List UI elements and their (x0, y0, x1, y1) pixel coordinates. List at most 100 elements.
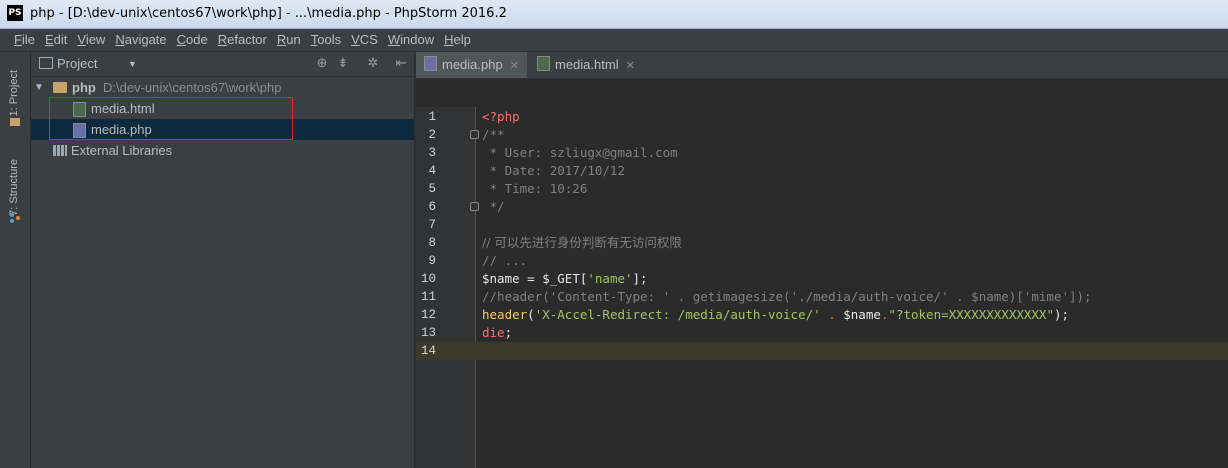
menu-view[interactable]: View (73, 29, 109, 51)
hide-panel-icon[interactable]: ⇤ (393, 55, 409, 71)
menu-navigate[interactable]: Navigate (111, 29, 170, 51)
window-titlebar: PS php - [D:\dev-unix\centos67\work\php]… (0, 0, 1228, 29)
code-line-current: 14 (416, 342, 1228, 360)
editor-tab-bar: media.php ✕ media.html ✕ (416, 52, 1228, 79)
code-text: // ... (482, 253, 528, 268)
library-icon (53, 145, 67, 156)
code-text: //header('Content-Type: ' . getimagesize… (482, 289, 1092, 304)
editor-area: media.php ✕ media.html ✕ 1 <?php 2 /** 3 * U… (415, 52, 1228, 468)
code-line: 6 */ (416, 198, 1228, 216)
operator: ; (504, 325, 513, 340)
code-text: * Date: 2017/10/12 (482, 163, 625, 178)
tab-structure-tool-window[interactable]: 7: Structure (8, 159, 20, 216)
collapse-all-icon[interactable]: ⇟ (335, 55, 351, 71)
menu-tools[interactable]: Tools (307, 29, 345, 51)
menu-help[interactable]: Help (440, 29, 475, 51)
operator: ( (527, 307, 535, 322)
menu-edit[interactable]: Edit (41, 29, 71, 51)
project-view-label: Project (57, 56, 98, 71)
menu-file[interactable]: File (10, 29, 39, 51)
tree-item-root[interactable]: ▼ php D:\dev-unix\centos67\work\php (31, 77, 414, 98)
tab-media-php[interactable]: media.php ✕ (416, 52, 527, 78)
operator: ]; (632, 271, 648, 286)
menu-vcs[interactable]: VCS (347, 29, 382, 51)
function-name: header (482, 307, 528, 322)
code-line: 12 header('X-Accel-Redirect: /media/auth-… (416, 306, 1228, 324)
chevron-down-icon[interactable]: ▼ (128, 56, 137, 72)
tab-media-html[interactable]: media.html ✕ (529, 52, 644, 78)
code-text: die; (482, 324, 512, 342)
folder-icon (53, 82, 67, 93)
tool-window-strip: 1: Project 7: Structure (0, 52, 31, 468)
line-number: 7 (428, 218, 436, 232)
string: 'name' (587, 271, 633, 286)
line-number: 10 (420, 272, 436, 286)
line-number: 11 (420, 290, 436, 304)
external-libraries-label: External Libraries (71, 143, 173, 158)
close-icon[interactable]: ✕ (626, 60, 635, 72)
project-panel-header: Project ▼ ⊕ ⇟ ✲ ⇤ (31, 52, 414, 77)
line-number: 4 (428, 164, 436, 178)
line-number: 12 (420, 308, 436, 322)
menu-bar: File Edit View Navigate Code Refactor Run Tools… (0, 29, 1228, 52)
tree-item-external-libraries[interactable]: External Libraries (31, 140, 414, 161)
variable: $name (843, 307, 881, 322)
code-line: 1 <?php (416, 108, 1228, 126)
code-editor[interactable]: 1 <?php 2/** 3 * User: szliugx@gmail.com … (416, 108, 1228, 360)
code-text: * User: szliugx@gmail.com (482, 145, 678, 160)
fold-marker-icon[interactable] (470, 130, 479, 139)
close-icon[interactable]: ✕ (510, 60, 519, 72)
keyword: die (482, 325, 505, 340)
code-text: * Time: 10:26 (482, 181, 588, 196)
root-folder-path: D:\dev-unix\centos67\work\php (103, 80, 282, 95)
menu-code[interactable]: Code (173, 29, 212, 51)
line-number: 9 (428, 254, 436, 268)
line-number: 8 (428, 236, 436, 250)
menu-window[interactable]: Window (384, 29, 438, 51)
project-view-icon (39, 57, 53, 69)
code-line: 4 * Date: 2017/10/12 (416, 162, 1228, 180)
line-number: 6 (428, 200, 436, 214)
code-line: 9 // ... (416, 252, 1228, 270)
tab-label: media.php (442, 57, 503, 72)
code-line: 2 /** (416, 126, 1228, 144)
code-line: 11 //header('Content-Type: ' . getimagesi… (416, 288, 1228, 306)
operator: ); (1054, 307, 1070, 322)
variable: $name (482, 271, 520, 286)
line-number: 13 (420, 326, 436, 340)
code-text: */ (482, 199, 505, 214)
code-line: 7 (416, 216, 1228, 234)
php-file-icon (424, 56, 437, 71)
code-line: 8 // 可以先进行身份判断有无访问权限 (416, 234, 1228, 252)
code-text: $name = $_GET['name']; (482, 270, 648, 288)
project-view-selector[interactable]: Project (39, 56, 97, 72)
root-folder-name: php (72, 80, 96, 95)
scroll-from-source-icon[interactable]: ⊕ (314, 55, 330, 71)
code-text: header('X-Accel-Redirect: /media/auth-vo… (482, 306, 1069, 324)
code-line: 5 * Time: 10:26 (416, 180, 1228, 198)
tab-project-tool-window[interactable]: 1: Project (8, 70, 20, 116)
gear-icon[interactable]: ✲ (365, 55, 381, 71)
code-line: 10 $name = $_GET['name']; (416, 270, 1228, 288)
project-tool-icon (10, 118, 20, 126)
menu-refactor[interactable]: Refactor (214, 29, 271, 51)
code-text: <?php (482, 109, 520, 124)
code-text: /** (482, 127, 505, 142)
string: "?token=XXXXXXXXXXXXX" (888, 307, 1054, 322)
line-number: 1 (428, 110, 436, 124)
line-number: 2 (428, 128, 436, 142)
fold-marker-icon[interactable] (470, 202, 479, 211)
annotation-highlight-box (49, 97, 293, 140)
structure-tool-icon (10, 213, 20, 223)
string: 'X-Accel-Redirect: /media/auth-voice/' (534, 307, 821, 322)
chevron-down-icon[interactable]: ▼ (34, 77, 44, 98)
html-file-icon (537, 56, 550, 71)
code-line: 3 * User: szliugx@gmail.com (416, 144, 1228, 162)
line-number: 5 (428, 182, 436, 196)
window-title: php - [D:\dev-unix\centos67\work\php] - … (30, 6, 507, 21)
menu-run[interactable]: Run (273, 29, 305, 51)
tab-label: media.html (555, 57, 619, 72)
line-number: 3 (428, 146, 436, 160)
phpstorm-app-icon: PS (7, 5, 23, 21)
operator: = $_GET[ (519, 271, 588, 286)
